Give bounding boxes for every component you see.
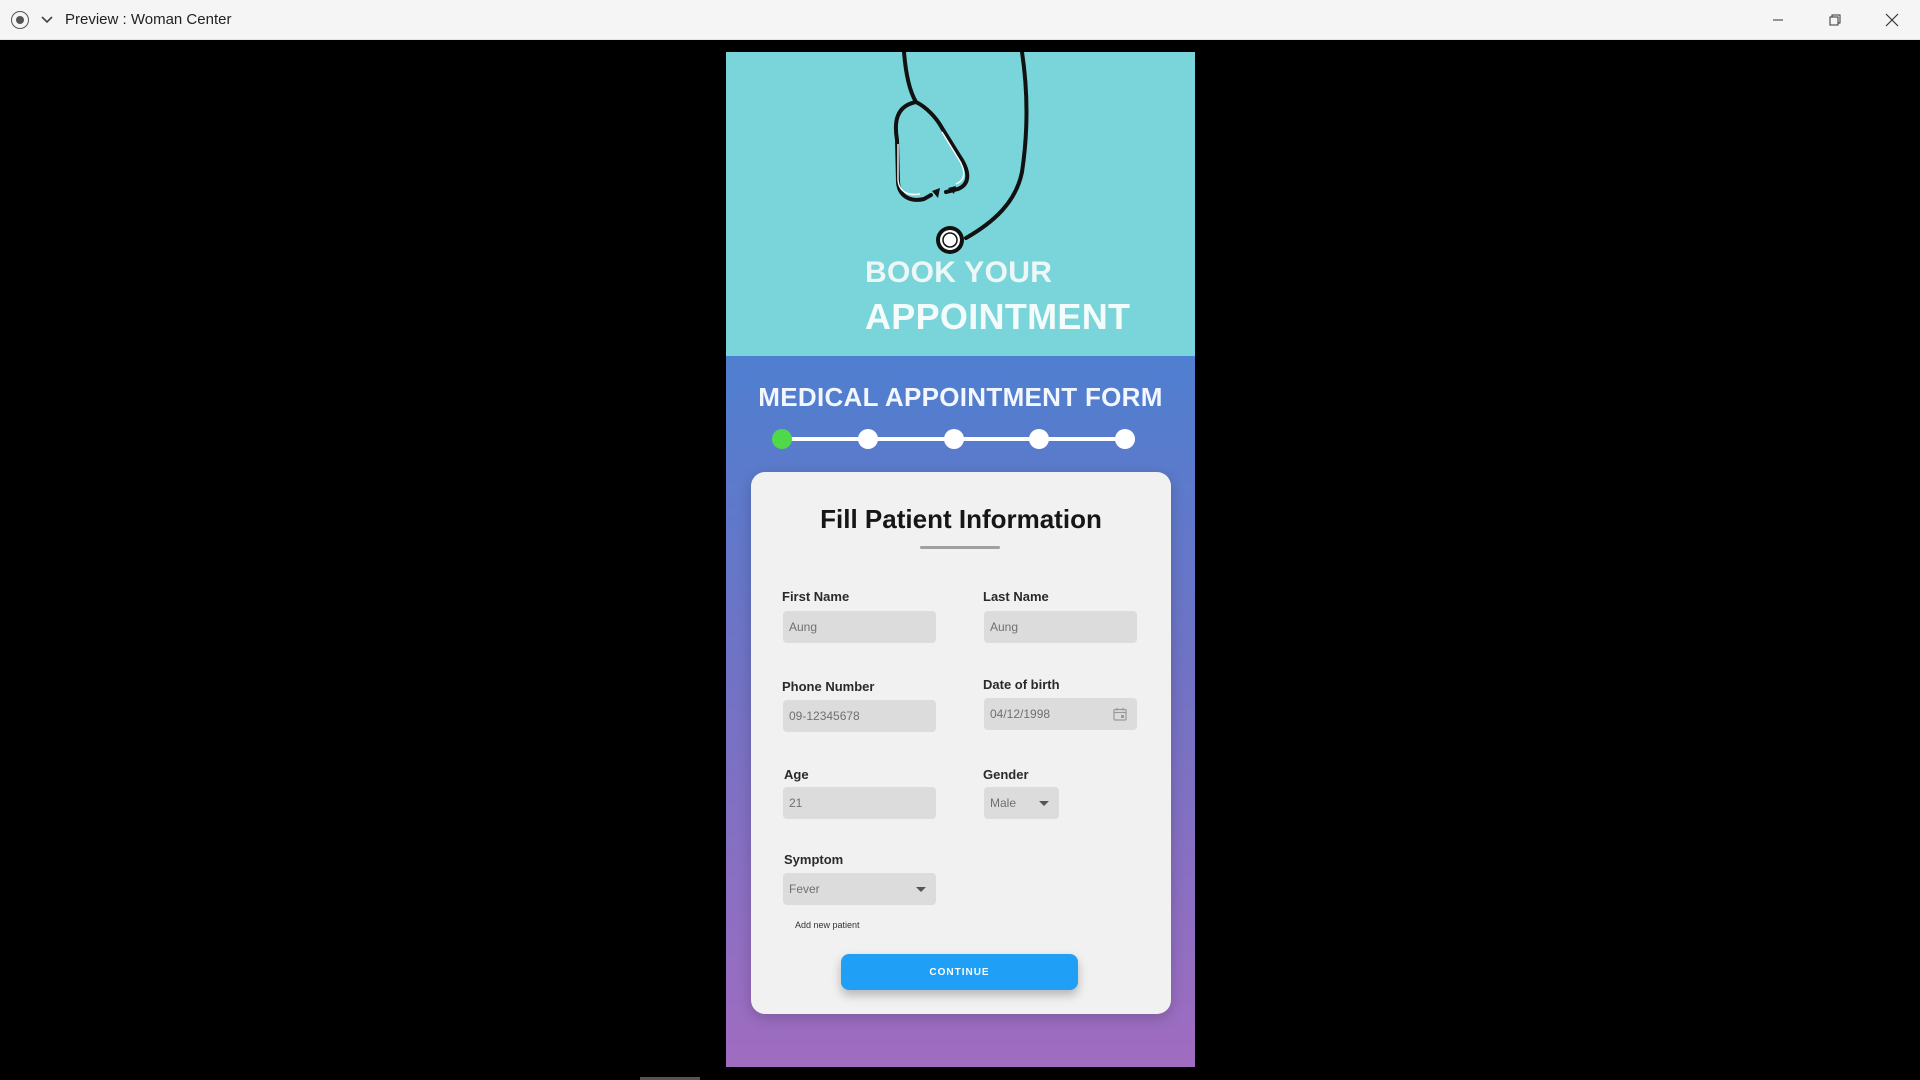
restore-button[interactable] <box>1806 0 1863 40</box>
step-4[interactable] <box>1029 429 1049 449</box>
minimize-icon <box>1772 19 1783 21</box>
hero-heading-line1: BOOK YOUR <box>865 256 1053 289</box>
gender-label: Gender <box>983 767 1029 782</box>
age-label: Age <box>784 767 809 782</box>
chevron-down-icon[interactable] <box>40 13 54 27</box>
last-name-value: Aung <box>990 620 1019 634</box>
phone-field[interactable]: 09-12345678 <box>783 700 936 732</box>
step-progress <box>772 424 1152 454</box>
step-1[interactable] <box>772 429 792 449</box>
first-name-value: Aung <box>789 620 818 634</box>
symptom-select[interactable]: Fever <box>783 873 936 905</box>
age-value: 21 <box>789 796 803 810</box>
dob-field[interactable]: 04/12/1998 <box>984 698 1137 730</box>
symptom-value: Fever <box>789 882 820 896</box>
last-name-label: Last Name <box>983 589 1049 604</box>
add-new-patient-link[interactable]: Add new patient <box>795 920 860 930</box>
first-name-field[interactable]: Aung <box>783 611 936 643</box>
window-controls <box>1749 0 1920 40</box>
title-underline <box>920 546 1000 549</box>
close-button[interactable] <box>1863 0 1920 40</box>
age-field[interactable]: 21 <box>783 787 936 819</box>
dob-label: Date of birth <box>983 677 1060 692</box>
first-name-label: First Name <box>782 589 850 604</box>
step-5[interactable] <box>1115 429 1135 449</box>
phone-label: Phone Number <box>782 679 875 694</box>
symptom-label: Symptom <box>784 852 844 867</box>
dropdown-arrow-icon <box>1039 801 1049 806</box>
step-3[interactable] <box>944 429 964 449</box>
gender-select[interactable]: Male <box>984 787 1059 819</box>
patient-info-card: Fill Patient Information First Name Aung… <box>751 472 1171 1014</box>
minimize-button[interactable] <box>1749 0 1806 40</box>
window-titlebar: Preview : Woman Center <box>0 0 1920 40</box>
window-title: Preview : Woman Center <box>65 11 232 28</box>
calendar-icon[interactable] <box>1113 707 1127 721</box>
continue-button[interactable]: CONTINUE <box>841 954 1078 990</box>
gender-value: Male <box>990 796 1017 810</box>
phone-value: 09-12345678 <box>789 709 860 723</box>
phone-preview: BOOK YOUR APPOINTMENT MEDICAL APPOINTMEN… <box>726 52 1195 1067</box>
card-title: Fill Patient Information <box>820 504 1102 534</box>
step-2[interactable] <box>858 429 878 449</box>
close-icon <box>1885 13 1898 27</box>
hero-banner: BOOK YOUR APPOINTMENT <box>726 52 1195 356</box>
restore-icon <box>1829 14 1840 26</box>
app-record-icon[interactable] <box>11 10 29 29</box>
dob-value: 04/12/1998 <box>990 707 1051 721</box>
form-title: MEDICAL APPOINTMENT FORM <box>758 382 1163 412</box>
last-name-field[interactable]: Aung <box>984 611 1137 643</box>
hero-heading-line2: APPOINTMENT <box>865 296 1131 337</box>
dropdown-arrow-icon <box>916 887 926 892</box>
